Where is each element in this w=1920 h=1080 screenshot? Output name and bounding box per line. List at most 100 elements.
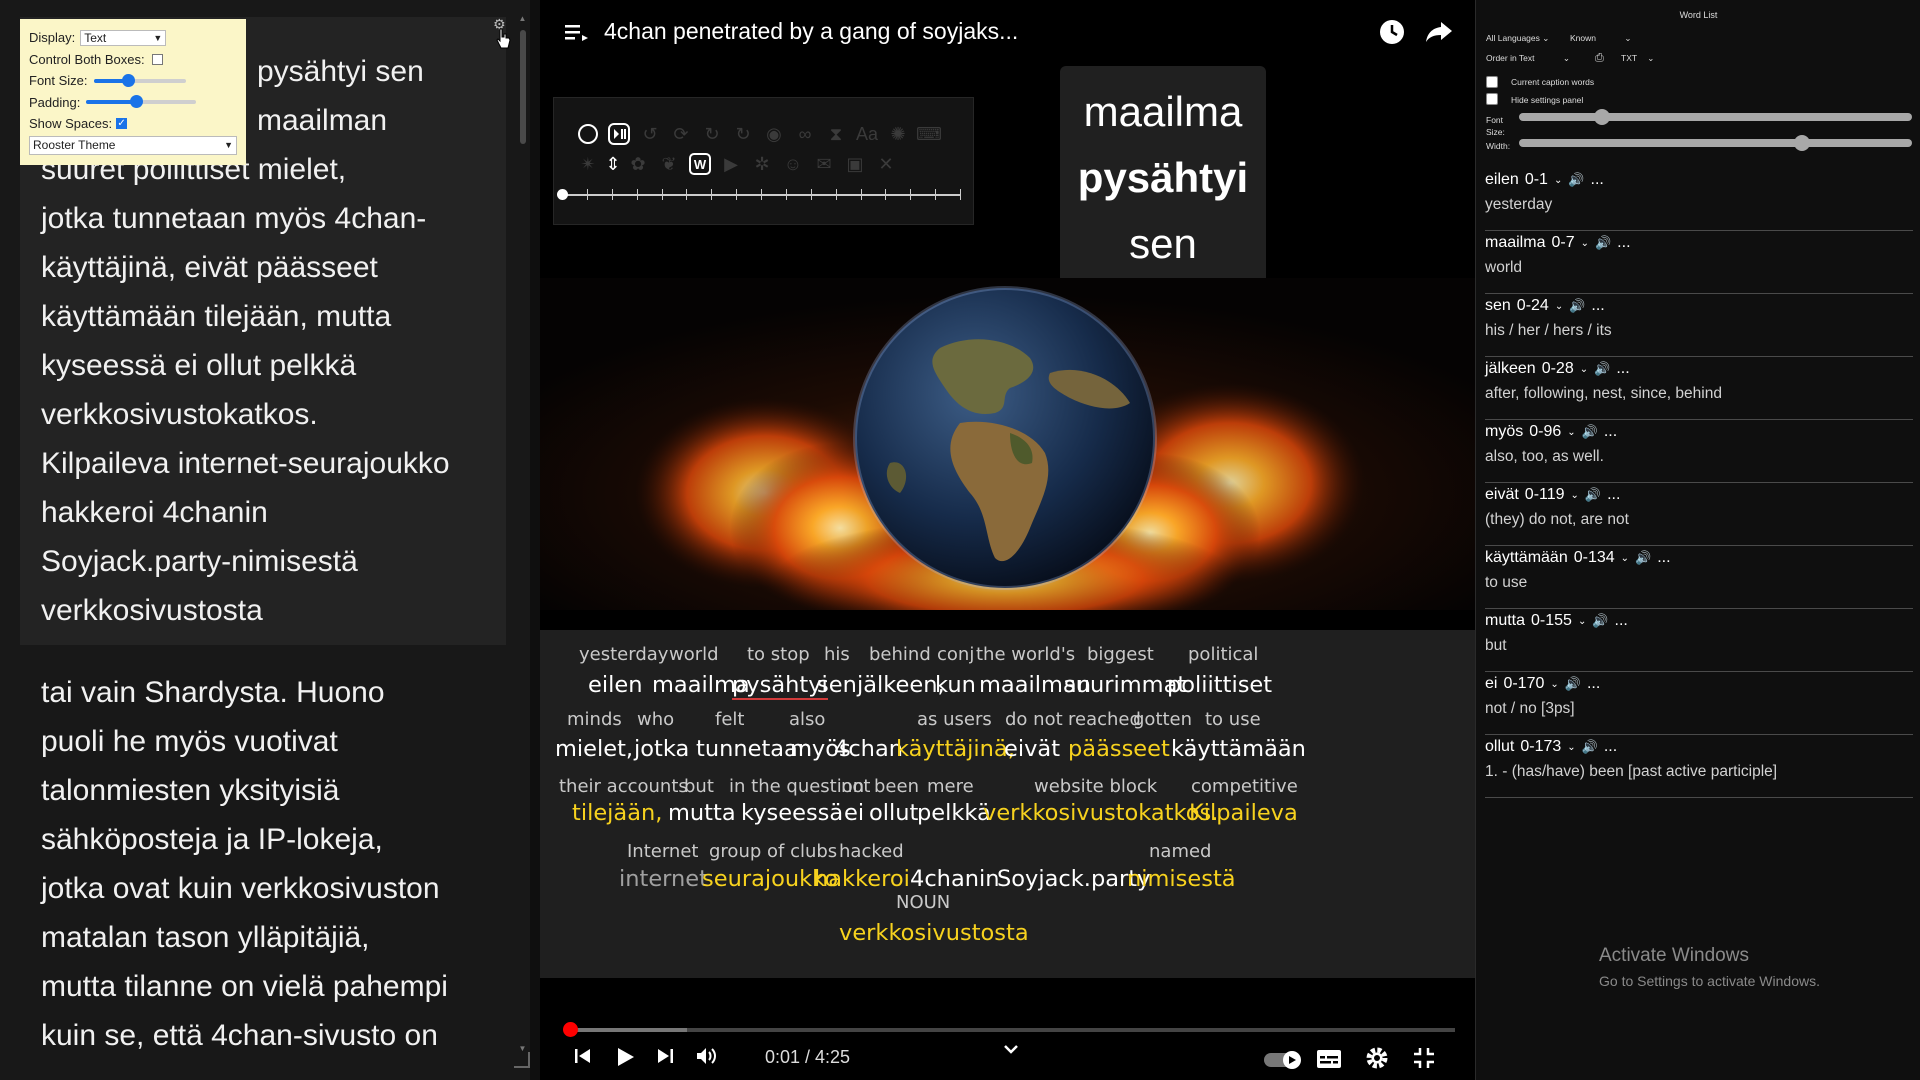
chevron-down-icon[interactable]: ⌄ — [1554, 175, 1562, 186]
chevron-down-icon[interactable]: ⌄ — [1581, 238, 1589, 249]
slider-knob[interactable] — [1793, 135, 1810, 151]
scroll-up-icon[interactable]: ▲ — [518, 14, 527, 23]
finnish-word-highlighted[interactable]: tilejään, — [572, 800, 662, 826]
speaker-icon[interactable]: 🔊 — [1582, 739, 1598, 755]
slider-knob[interactable] — [1593, 109, 1610, 125]
word-entry[interactable]: mutta 0-155 ⌄ 🔊... but — [1485, 609, 1913, 672]
replay-icon[interactable]: ↺ — [639, 123, 661, 145]
infinity-icon[interactable]: ∞ — [794, 123, 816, 145]
finnish-word[interactable]: kyseessä — [741, 800, 843, 826]
play-icon[interactable] — [613, 1045, 637, 1074]
entry-more[interactable]: ... — [1591, 297, 1604, 315]
transcript-box-bottom[interactable]: tai vain Shardysta. Huono puoli he myös … — [20, 665, 506, 1075]
display-select[interactable]: Text ▼ — [80, 29, 167, 46]
font-size-slider[interactable] — [93, 73, 186, 87]
image-icon[interactable]: ▣ — [844, 153, 866, 175]
entry-more[interactable]: ... — [1591, 171, 1604, 189]
finnish-word[interactable]: kun — [935, 672, 976, 698]
chevron-down-icon[interactable]: ⌄ — [1550, 679, 1558, 690]
finnish-word[interactable]: sen — [817, 672, 857, 698]
finnish-word[interactable]: internet — [619, 866, 708, 892]
finnish-word-highlighted[interactable]: hakkeroi — [814, 866, 910, 892]
playlist-icon[interactable] — [565, 22, 589, 47]
font-size-icon[interactable]: Aa — [856, 123, 878, 145]
finnish-word[interactable]: mielet, — [555, 736, 633, 762]
finnish-word[interactable]: eivät — [1004, 736, 1060, 762]
finnish-word-highlighted[interactable]: verkkosivustokatkos. — [983, 800, 1218, 826]
known-select[interactable]: Known ⌄ — [1570, 33, 1632, 44]
word-entry[interactable]: maailma 0-7 ⌄ 🔊... world — [1485, 231, 1913, 294]
hourglass-icon[interactable]: ⧗ — [825, 123, 847, 145]
speaker-icon[interactable]: 🔊 — [1569, 298, 1585, 314]
finnish-word-current[interactable]: pysähtyi — [732, 672, 828, 700]
brightness-icon[interactable]: ✺ — [887, 123, 909, 145]
resize-handle[interactable] — [514, 1052, 530, 1068]
chevron-down-icon[interactable]: ⌄ — [1621, 553, 1629, 564]
loop-icon[interactable]: ⟳ — [670, 123, 692, 145]
finnish-word[interactable]: eilen — [588, 672, 642, 698]
finnish-word[interactable]: ei — [844, 800, 864, 826]
scroll-thumb[interactable] — [520, 30, 526, 144]
speaker-icon[interactable]: 🔊 — [1592, 613, 1608, 629]
word-entry[interactable]: ollut 0-173 ⌄ 🔊... 1. - (has/have) been [pa… — [1485, 735, 1913, 798]
finnish-word[interactable]: käyttämään — [1171, 736, 1306, 762]
entry-more[interactable]: ... — [1604, 738, 1617, 756]
chevron-down-icon[interactable]: ⌄ — [1571, 490, 1579, 501]
current-caption-checkbox[interactable] — [1486, 76, 1498, 88]
progress-bar[interactable] — [562, 1022, 1455, 1037]
circle-icon[interactable] — [577, 123, 599, 145]
sun-icon[interactable]: ✴ — [577, 153, 599, 175]
palette-icon[interactable]: ✿ — [627, 153, 649, 175]
captions-icon[interactable] — [1316, 1049, 1342, 1074]
word-list-width-slider[interactable] — [1519, 135, 1912, 151]
toolbar-slider-knob[interactable] — [557, 189, 568, 200]
entry-more[interactable]: ... — [1587, 675, 1600, 693]
languages-select[interactable]: All Languages ⌄ — [1486, 33, 1549, 44]
finnish-word-highlighted[interactable]: Kilpaileva — [1189, 800, 1298, 826]
entry-more[interactable]: ... — [1607, 486, 1620, 504]
control-both-checkbox[interactable] — [151, 53, 163, 65]
finnish-word[interactable]: pelkkä — [917, 800, 991, 826]
show-spaces-checkbox[interactable]: ✓ — [116, 118, 128, 130]
entry-more[interactable]: ... — [1617, 234, 1630, 252]
skip-previous-icon[interactable] — [572, 1045, 594, 1072]
format-select[interactable]: TXT ⌄ — [1621, 53, 1654, 64]
chevron-down-icon[interactable]: ⌄ — [1580, 364, 1588, 375]
video-frame[interactable] — [540, 278, 1475, 610]
finnish-word[interactable]: 4chanin — [910, 866, 1000, 892]
word-entry[interactable]: eilen 0-1 ⌄ 🔊... yesterday — [1485, 168, 1913, 231]
toolbar-slider[interactable] — [562, 189, 961, 200]
finnish-word[interactable]: jotka — [634, 736, 689, 762]
finnish-word-highlighted[interactable]: käyttäjinä, — [896, 736, 1015, 762]
video-title[interactable]: 4chan penetrated by a gang of soyjaks... — [604, 18, 1018, 45]
volume-icon[interactable] — [695, 1045, 719, 1072]
progress-scrubber[interactable] — [562, 1022, 578, 1037]
chevron-down-icon[interactable] — [1003, 1042, 1019, 1060]
refresh-icon[interactable]: ↻ — [732, 123, 754, 145]
finnish-word[interactable]: jälkeen, — [857, 672, 945, 698]
chat-icon[interactable]: ✉ — [813, 153, 835, 175]
order-select[interactable]: Order in Text ⌄ — [1486, 53, 1570, 64]
skip-next-icon[interactable] — [654, 1045, 676, 1072]
finnish-word[interactable]: mutta — [668, 800, 736, 826]
word-entry[interactable]: sen 0-24 ⌄ 🔊... his / her / hers / its — [1485, 294, 1913, 357]
theme-select[interactable]: Rooster Theme ▼ — [29, 135, 237, 155]
play-pause-icon[interactable] — [608, 123, 630, 145]
close-icon[interactable]: ✕ — [875, 153, 897, 175]
speaker-icon[interactable]: 🔊 — [1582, 424, 1598, 440]
transcript-scrollbar[interactable]: ▲ ▼ — [518, 14, 527, 1064]
finnish-word-highlighted[interactable]: päässeet — [1068, 736, 1170, 762]
finnish-word-highlighted[interactable]: nimisestä — [1127, 866, 1236, 892]
padding-slider[interactable] — [86, 95, 197, 109]
entry-more[interactable]: ... — [1604, 423, 1617, 441]
finnish-word[interactable]: poliittiset — [1167, 672, 1272, 698]
repeat-icon[interactable]: ↻ — [701, 123, 723, 145]
slider-knob[interactable] — [129, 95, 143, 109]
finnish-word[interactable]: 4chan — [834, 736, 903, 762]
sort-arrows-icon[interactable]: ⇕ — [605, 153, 620, 175]
word-entry[interactable]: eivät 0-119 ⌄ 🔊... (they) do not, are not — [1485, 483, 1913, 546]
settings-icon[interactable] — [1365, 1046, 1389, 1075]
record-icon[interactable]: ◉ — [763, 123, 785, 145]
bird-icon[interactable]: ❦ — [658, 153, 680, 175]
word-entry[interactable]: ei 0-170 ⌄ 🔊... not / no [3ps] — [1485, 672, 1913, 735]
